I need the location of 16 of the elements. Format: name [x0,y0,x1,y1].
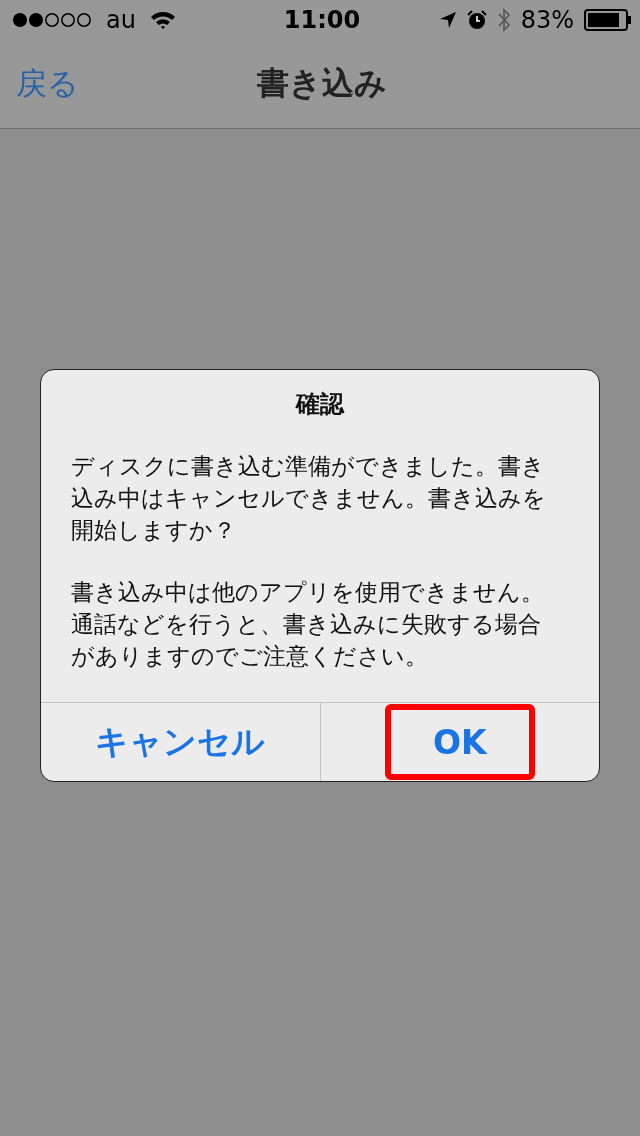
battery-percentage: 83% [520,6,574,34]
location-arrow-icon [438,11,457,29]
battery-icon [584,9,632,31]
dialog-button[interactable]: キャンセル [41,705,320,779]
back-button[interactable]: 戻る [16,63,136,105]
status-time: 11:00 [283,6,361,34]
wifi-icon [149,10,176,30]
dialog-button[interactable]: OK [384,704,535,780]
signal-icon [12,12,92,28]
alarm-clock-icon [466,10,487,30]
bluetooth-icon [496,8,511,32]
screen-title: 書き込み [257,63,387,104]
dialog-message: ディスクに書き込む準備ができました。書き込み中はキャンセルできません。書き込みを開始しますか？ [71,452,547,545]
dialog-title: 確認 [296,389,344,420]
carrier-name: au [106,6,136,34]
dialog-message: 書き込み中は他のアプリを使用できません。通話などを行うと、書き込みに失敗する場合がありますのでご注意ください。 [71,578,545,671]
